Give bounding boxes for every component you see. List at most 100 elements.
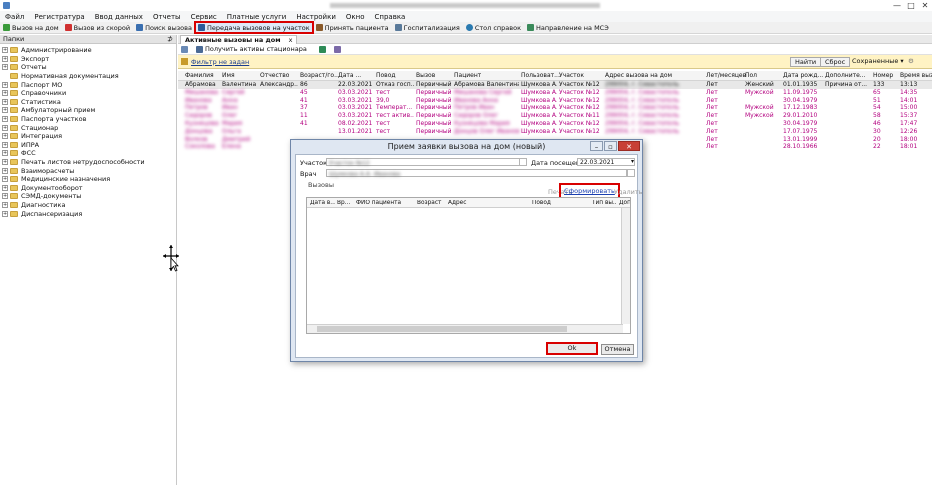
export-icon[interactable] [178,44,193,55]
folder-item[interactable]: + Паспорта участков [0,115,176,124]
saved-filters-dropdown[interactable]: Сохраненные ▾ [848,57,908,67]
folder-item[interactable]: + Отчеты [0,63,176,72]
folder-item[interactable]: + ИПРА [0,141,176,150]
close-icon[interactable]: ✕ [918,0,932,11]
expand-icon[interactable]: + [2,116,8,123]
menu-file[interactable]: Файл [0,11,29,22]
dialog-maximize-icon[interactable]: ▫ [604,141,617,151]
folder-item[interactable]: + Взаиморасчеты [0,166,176,175]
dialog-column-header[interactable]: Возраст [417,200,446,206]
folder-item[interactable]: + Экспорт [0,55,176,64]
ok-button[interactable]: Ok [546,342,598,355]
expand-icon[interactable]: + [2,210,8,217]
help-desk-button[interactable]: Стол справок [463,22,524,33]
excel-icon[interactable] [316,44,331,55]
column-header[interactable]: Участок [559,72,584,79]
expand-icon[interactable]: + [2,90,8,97]
horizontal-scrollbar[interactable] [307,324,623,333]
dialog-column-header[interactable]: Допол... [619,200,630,206]
hospitalization-button[interactable]: Госпитализация [392,22,463,33]
column-header[interactable]: Пациент [454,72,481,79]
dialog-minimize-icon[interactable]: – [590,141,603,151]
uchastok-lookup-button[interactable] [519,158,527,166]
menu-data-entry[interactable]: Ввод данных [90,11,148,22]
cancel-button[interactable]: Отмена [601,344,634,355]
expand-icon[interactable]: + [2,150,8,157]
expand-icon[interactable]: + [2,64,8,71]
column-header[interactable]: Дополните... [825,72,866,79]
table-row[interactable]: Сидоров Олег 11 03.03.2021 тест актив... Перв… [178,112,932,120]
dialog-column-header[interactable]: ФИО пациента [356,200,415,206]
doctor-field[interactable]: Шумкова А.А. Иванова [326,169,627,178]
menu-reports[interactable]: Отчеты [148,11,186,22]
expand-icon[interactable]: + [2,81,8,88]
folder-item[interactable]: + Документооборот [0,184,176,193]
search-call-button[interactable]: Поиск вызова [133,22,195,33]
table-row[interactable]: Иванова Анна 41 03.03.2021 39,0 Первичный Иван… [178,97,932,105]
column-header[interactable]: Повод [376,72,396,79]
menu-registry[interactable]: Регистратура [29,11,89,22]
generate-link[interactable]: Сформировать [559,183,620,199]
menu-help[interactable]: Справка [370,11,411,22]
column-header[interactable]: Отчество [260,72,289,79]
table-row[interactable]: Кузнецова Мария 41 08.02.2021 тест Первичный К… [178,120,932,128]
column-header[interactable]: Дата рожд... [783,72,823,79]
minimize-icon[interactable]: — [890,0,904,11]
menu-paid-services[interactable]: Платные услуги [222,11,292,22]
get-stationary-assets-button[interactable]: Получить активы стационара [193,44,310,55]
expand-icon[interactable]: + [2,107,8,114]
folder-item[interactable]: + Стационар [0,123,176,132]
expand-icon[interactable]: + [2,167,8,174]
pin-icon[interactable]: ⊅ [167,35,173,44]
folder-item[interactable]: + Справочники [0,89,176,98]
column-header[interactable]: Имя [222,72,235,79]
folder-item[interactable]: + Диагностика [0,201,176,210]
column-header[interactable]: Пол [745,72,757,79]
folder-item[interactable]: + Администрирование [0,46,176,55]
folder-item[interactable]: + СЭМД-документы [0,192,176,201]
calendar-dropdown-icon[interactable]: ▾ [631,158,634,165]
expand-icon[interactable]: + [2,47,8,54]
expand-icon[interactable]: + [2,55,8,62]
folder-item[interactable]: + Диспансеризация [0,209,176,218]
tab-close-icon[interactable]: x [289,36,293,44]
expand-icon[interactable]: + [2,98,8,105]
expand-icon[interactable]: + [2,159,8,166]
column-header[interactable]: Возраст/го... [300,72,340,79]
column-header[interactable]: Адрес вызова на дом [605,72,672,79]
table-row[interactable]: Донцова Ольга 13.01.2021 тест Первичный Донцо… [178,128,932,136]
columns-icon[interactable] [331,44,346,55]
ambulance-call-button[interactable]: Вызов из скорой [62,22,133,33]
accept-patient-button[interactable]: Принять пациента [313,22,392,33]
menu-service[interactable]: Сервис [186,11,222,22]
dialog-column-header[interactable]: Вр... [337,200,354,206]
column-header[interactable]: Фамилия [185,72,214,79]
folder-item[interactable]: + Интеграция [0,132,176,141]
folder-item[interactable]: + Медицинские назначения [0,175,176,184]
visit-date-field[interactable]: 22.03.2021 ▾ [577,158,635,166]
folder-item[interactable]: + ФСС [0,149,176,158]
column-header[interactable]: Дата ... [338,72,361,79]
reset-button[interactable]: Сброс [820,57,851,67]
column-header[interactable]: Пользоват... [521,72,560,79]
dialog-close-icon[interactable]: ✕ [618,141,640,151]
find-button[interactable]: Найти [790,57,822,67]
expand-icon[interactable]: + [2,193,8,200]
table-row[interactable]: Абрамова Валентина Александр... 86 22.03.202… [178,81,932,89]
filter-link[interactable]: Фильтр не задан [191,58,249,66]
menu-window[interactable]: Окно [341,11,370,22]
expand-icon[interactable]: + [2,184,8,191]
table-row[interactable]: Мишанова Сергей 45 03.03.2021 тест Первичный М… [178,89,932,97]
folder-item[interactable]: + Печать листов нетрудоспособности [0,158,176,167]
dialog-column-header[interactable]: Тип вы... [592,200,617,206]
dialog-column-header[interactable]: Дата в... [310,200,335,206]
column-header[interactable]: Номер [873,72,893,79]
expand-icon[interactable]: + [2,176,8,183]
transfer-calls-button[interactable]: Передача вызовов на участок [193,21,314,34]
house-call-button[interactable]: Вызов на дом [0,22,62,33]
column-header[interactable]: Время вызова [900,72,932,79]
mse-referral-button[interactable]: Направление на МСЭ [524,22,612,33]
folder-item[interactable]: + Паспорт МО [0,80,176,89]
doctor-lookup-button[interactable] [627,169,635,177]
vertical-scrollbar[interactable] [621,208,630,324]
